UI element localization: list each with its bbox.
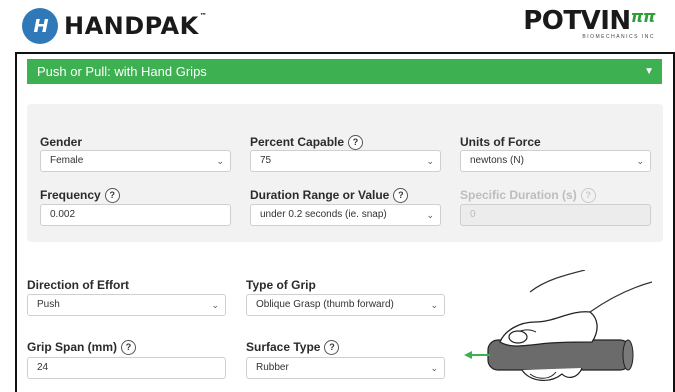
hand-grip-illustration (464, 270, 653, 381)
frequency-label: Frequency? (40, 188, 120, 203)
help-icon[interactable]: ? (348, 135, 364, 150)
grip-type-label: Type of Grip (246, 278, 316, 292)
surface-type-select[interactable]: Rubber ⌄ (246, 357, 445, 379)
chevron-down-icon: ⌄ (426, 156, 434, 166)
duration-select[interactable]: under 0.2 seconds (ie. snap) ⌄ (250, 204, 441, 226)
chevron-down-icon: ⌄ (211, 300, 219, 310)
chevron-down-icon: ⌄ (426, 210, 434, 220)
frequency-input[interactable]: 0.002 (40, 204, 231, 226)
help-icon: ? (580, 188, 596, 203)
direction-select[interactable]: Push ⌄ (27, 294, 226, 316)
caret-down-icon: ▼ (644, 66, 654, 77)
help-icon[interactable]: ? (393, 188, 409, 203)
duration-label: Duration Range or Value? (250, 188, 409, 203)
help-icon[interactable]: ? (121, 340, 137, 355)
handpak-logo-icon: H (22, 8, 58, 44)
chevron-down-icon: ⌄ (636, 156, 644, 166)
help-icon[interactable]: ? (324, 340, 340, 355)
surface-type-label: Surface Type? (246, 340, 340, 355)
specific-duration-input: 0 (460, 204, 651, 226)
percent-capable-select[interactable]: 75 ⌄ (250, 150, 441, 172)
grip-span-label: Grip Span (mm)? (27, 340, 137, 355)
handpak-logo: H HANDPAK™ (22, 8, 207, 44)
chevron-down-icon: ⌄ (430, 363, 438, 373)
potvin-wordmark: POTVIN (523, 6, 631, 36)
units-label: Units of Force (460, 135, 541, 149)
potvin-logo: POTVINππ BIOMECHANICS INC (523, 6, 655, 40)
specific-duration-label: Specific Duration (s)? (460, 188, 596, 203)
handpak-wordmark: HANDPAK™ (64, 12, 208, 40)
chevron-down-icon: ⌄ (430, 300, 438, 310)
gender-label: Gender (40, 135, 83, 149)
percent-capable-label: Percent Capable? (250, 135, 364, 150)
help-icon[interactable]: ? (104, 188, 120, 203)
grip-type-select[interactable]: Oblique Grasp (thumb forward) ⌄ (246, 294, 445, 316)
gender-select[interactable]: Female ⌄ (40, 150, 231, 172)
section-accordion-header[interactable]: Push or Pull: with Hand Grips ▼ (27, 59, 662, 84)
chevron-down-icon: ⌄ (216, 156, 224, 166)
units-select[interactable]: newtons (N) ⌄ (460, 150, 651, 172)
section-title: Push or Pull: with Hand Grips (37, 64, 207, 79)
potvin-pi-icon: ππ (630, 7, 656, 26)
direction-label: Direction of Effort (27, 278, 129, 292)
grip-span-input[interactable]: 24 (27, 357, 226, 379)
